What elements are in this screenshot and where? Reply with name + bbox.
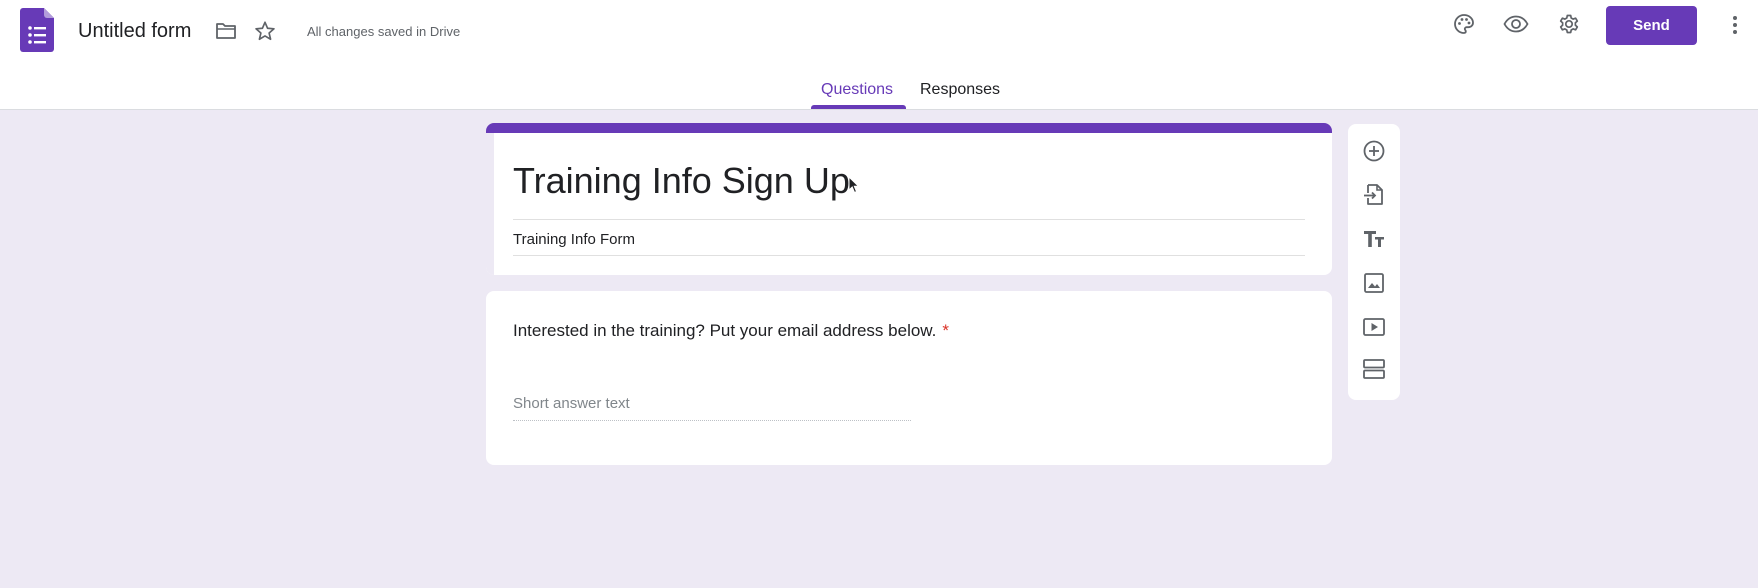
document-title[interactable]: Untitled form xyxy=(78,18,191,44)
tab-bar: Questions Responses xyxy=(0,78,1758,110)
question-card[interactable]: Interested in the training? Put your ema… xyxy=(486,291,1332,465)
eye-icon[interactable] xyxy=(1498,6,1534,42)
mouse-cursor-icon xyxy=(848,175,860,194)
required-asterisk: * xyxy=(942,321,949,340)
title-divider xyxy=(513,219,1305,220)
question-text: Interested in the training? Put your ema… xyxy=(513,321,937,340)
short-answer-placeholder: Short answer text xyxy=(513,395,630,412)
folder-icon[interactable] xyxy=(208,13,244,49)
add-title-icon[interactable] xyxy=(1356,221,1392,257)
more-vert-icon[interactable] xyxy=(1717,7,1753,43)
add-question-icon[interactable] xyxy=(1356,133,1392,169)
gear-icon[interactable] xyxy=(1551,6,1587,42)
save-status: All changes saved in Drive xyxy=(307,24,461,39)
tab-questions[interactable]: Questions xyxy=(821,80,893,100)
google-forms-logo[interactable] xyxy=(20,8,54,52)
send-button[interactable]: Send xyxy=(1606,6,1697,45)
add-image-icon[interactable] xyxy=(1356,265,1392,301)
top-bar: Untitled form All changes saved in Drive xyxy=(0,0,1758,110)
import-questions-icon[interactable] xyxy=(1356,177,1392,213)
add-section-icon[interactable] xyxy=(1356,351,1392,387)
palette-icon[interactable] xyxy=(1446,6,1482,42)
tab-responses[interactable]: Responses xyxy=(920,80,1000,100)
description-divider xyxy=(513,255,1305,256)
short-answer-underline xyxy=(513,420,911,421)
question-title[interactable]: Interested in the training? Put your ema… xyxy=(513,320,949,342)
star-icon[interactable] xyxy=(247,13,283,49)
floating-toolbar xyxy=(1348,124,1400,400)
form-description[interactable]: Training Info Form xyxy=(513,231,635,249)
card-left-edge xyxy=(486,133,494,275)
add-video-icon[interactable] xyxy=(1356,309,1392,345)
form-header-card[interactable]: Training Info Sign Up Training Info Form xyxy=(486,123,1332,275)
active-tab-indicator xyxy=(811,105,906,109)
form-title[interactable]: Training Info Sign Up xyxy=(513,159,850,203)
